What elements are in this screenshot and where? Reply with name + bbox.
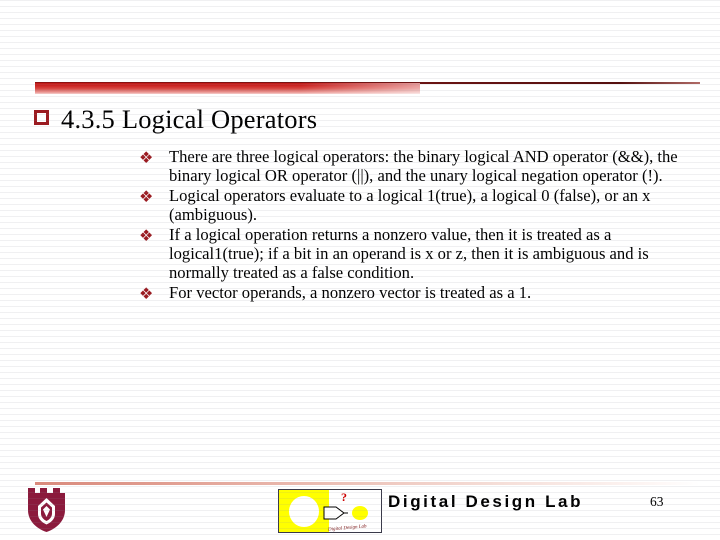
logo-microtext: Digital Design Lab	[327, 524, 367, 533]
header-divider-gradient-bar	[35, 83, 420, 94]
digital-design-lab-logo-icon: ? Digital Design Lab	[278, 489, 382, 533]
page-title: 4.3.5 Logical Operators	[61, 104, 318, 134]
list-item: ❖ There are three logical operators: the…	[139, 147, 699, 186]
diamond-cluster-bullet-icon: ❖	[139, 225, 154, 245]
list-item-text: For vector operands, a nonzero vector is…	[169, 282, 532, 302]
list-item: ❖ For vector operands, a nonzero vector …	[139, 283, 699, 303]
university-shield-crest-icon	[26, 486, 68, 534]
list-item-text: If a logical operation returns a nonzero…	[169, 224, 649, 283]
slide-canvas: 4.3.5 Logical Operators ❖ There are thre…	[0, 0, 720, 540]
diamond-cluster-bullet-icon: ❖	[139, 186, 154, 206]
page-number: 63	[650, 494, 664, 509]
logo-yellow-dot	[352, 506, 368, 520]
square-outline-bullet-icon	[34, 110, 49, 125]
diamond-cluster-bullet-icon: ❖	[139, 148, 154, 167]
list-item: ❖ Logical operators evaluate to a logica…	[139, 186, 699, 225]
logo-buffer-gate-icon	[323, 506, 348, 520]
header-divider	[35, 82, 700, 95]
list-item-text: Logical operators evaluate to a logical …	[169, 185, 651, 225]
footer-wordmark: Digital Design Lab	[388, 492, 584, 511]
slide-title-row: 4.3.5 Logical Operators	[34, 104, 694, 135]
logo-ellipse-shape	[289, 496, 319, 527]
logo-question-mark: ?	[341, 490, 347, 504]
footer-divider	[35, 482, 700, 485]
list-item-text: There are three logical operators: the b…	[169, 147, 678, 186]
list-item: ❖ If a logical operation returns a nonze…	[139, 225, 699, 283]
diamond-cluster-bullet-icon: ❖	[139, 283, 154, 303]
bullet-list: ❖ There are three logical operators: the…	[139, 147, 699, 303]
